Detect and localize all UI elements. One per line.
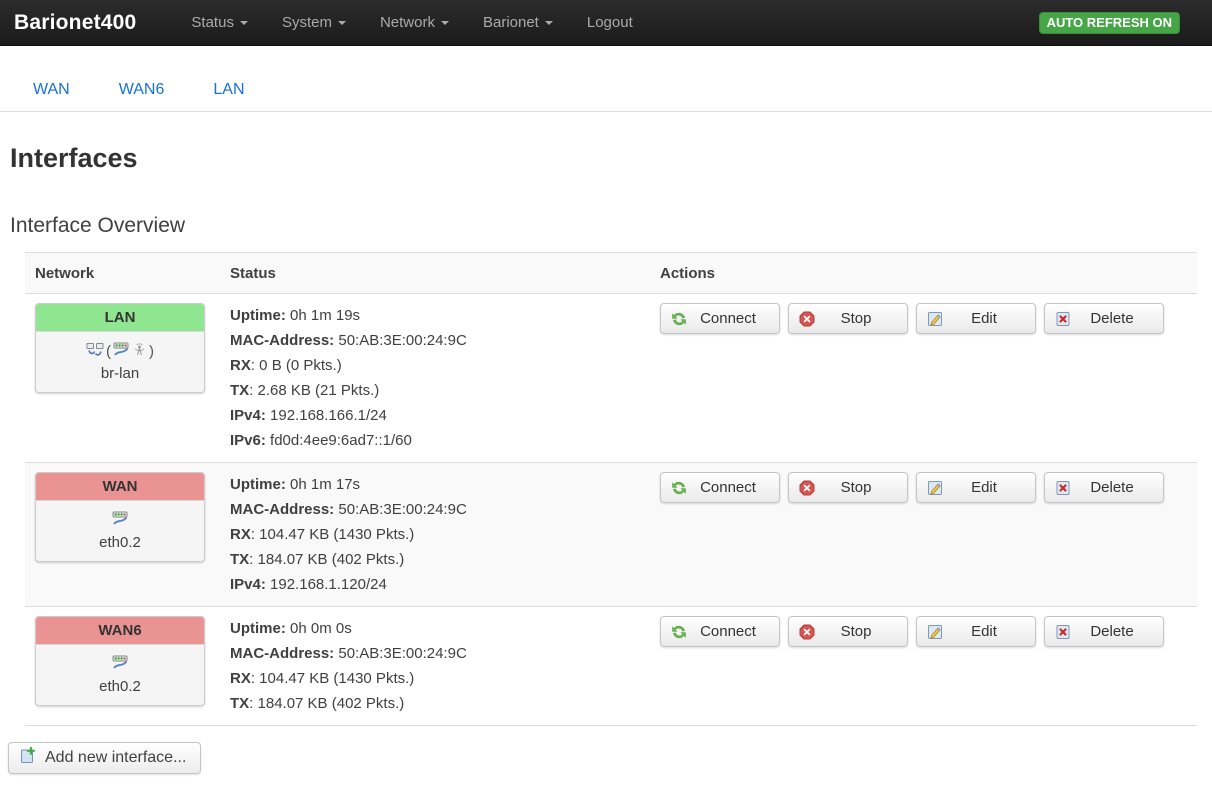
status-uptime: Uptime: 0h 1m 19s [230, 303, 640, 328]
chevron-down-icon [441, 21, 449, 25]
status-rx: RX: 0 B (0 Pkts.) [230, 353, 640, 378]
edit-button[interactable]: Edit [916, 616, 1036, 647]
ethernet-switch-icon [113, 341, 130, 361]
interface-name-badge: WAN [36, 473, 204, 501]
stop-button[interactable]: Stop [788, 616, 908, 647]
connect-button[interactable]: Connect [660, 472, 780, 503]
column-header-status: Status [220, 253, 650, 294]
delete-button[interactable]: Delete [1044, 303, 1164, 334]
nav-item-label: Barionet [483, 14, 539, 31]
device-name: eth0.2 [40, 534, 200, 551]
stop-button[interactable]: Stop [788, 472, 908, 503]
table-row-lan: LAN ( ) [25, 294, 1197, 463]
chevron-down-icon [545, 21, 553, 25]
paren-open: ( [106, 343, 111, 360]
device-name: br-lan [40, 365, 200, 382]
add-new-interface-label: Add new interface... [45, 749, 186, 767]
interface-card-body: eth0.2 [36, 501, 204, 561]
status-mac: MAC-Address: 50:AB:3E:00:24:9C [230, 497, 640, 522]
edit-icon [927, 311, 943, 327]
chevron-down-icon [338, 21, 346, 25]
stop-icon [799, 624, 815, 640]
status-mac: MAC-Address: 50:AB:3E:00:24:9C [230, 328, 640, 353]
connect-button[interactable]: Connect [660, 303, 780, 334]
ethernet-switch-icon [112, 654, 129, 674]
add-new-interface-button[interactable]: Add new interface... [8, 742, 201, 774]
auto-refresh-badge[interactable]: AUTO REFRESH ON [1039, 12, 1180, 34]
nav-item-network[interactable]: Network [363, 0, 466, 45]
wifi-icon [132, 342, 147, 361]
top-navbar: Barionet400 Status System Network Barion… [0, 0, 1212, 46]
ethernet-switch-icon [112, 510, 129, 530]
status-mac: MAC-Address: 50:AB:3E:00:24:9C [230, 641, 640, 666]
delete-icon [1055, 480, 1071, 496]
stop-button[interactable]: Stop [788, 303, 908, 334]
column-header-network: Network [25, 253, 220, 294]
delete-icon [1055, 311, 1071, 327]
delete-icon [1055, 624, 1071, 640]
brand-title[interactable]: Barionet400 [14, 11, 136, 35]
edit-button[interactable]: Edit [916, 303, 1036, 334]
section-title: Interface Overview [10, 214, 1212, 238]
status-uptime: Uptime: 0h 0m 0s [230, 616, 640, 641]
table-row-wan6: WAN6 eth0.2 Uptime: 0h 0m 0s MAC-Address… [25, 607, 1197, 726]
interface-overview-table: Network Status Actions LAN ( [25, 252, 1197, 726]
column-header-actions: Actions [650, 253, 1197, 294]
nav-menu: Status System Network Barionet Logout [174, 0, 649, 45]
bridge-icon [86, 342, 104, 361]
delete-button[interactable]: Delete [1044, 472, 1164, 503]
nav-item-barionet[interactable]: Barionet [466, 0, 570, 45]
table-header-row: Network Status Actions [25, 253, 1197, 294]
edit-button[interactable]: Edit [916, 472, 1036, 503]
page-title: Interfaces [10, 143, 1212, 174]
status-tx: TX: 2.68 KB (21 Pkts.) [230, 378, 640, 403]
nav-item-label: Network [380, 14, 435, 31]
nav-item-logout[interactable]: Logout [570, 0, 650, 45]
paren-close: ) [149, 343, 154, 360]
tab-wan6[interactable]: WAN6 [119, 81, 165, 99]
interface-name-badge: LAN [36, 304, 204, 332]
nav-item-label: Logout [587, 14, 633, 31]
status-ipv6: IPv6: fd0d:4ee9:6ad7::1/60 [230, 428, 640, 453]
interface-card-wan[interactable]: WAN eth0.2 [35, 472, 205, 562]
table-row-wan: WAN eth0.2 Uptime: 0h 1m 17s MAC-Address… [25, 463, 1197, 607]
stop-icon [799, 480, 815, 496]
tab-wan[interactable]: WAN [33, 81, 70, 99]
nav-item-status[interactable]: Status [174, 0, 265, 45]
delete-button[interactable]: Delete [1044, 616, 1164, 647]
interface-card-body: ( ) br-lan [36, 332, 204, 392]
interface-tabs: WAN WAN6 LAN [0, 46, 1212, 112]
status-rx: RX: 104.47 KB (1430 Pkts.) [230, 666, 640, 691]
interface-card-wan6[interactable]: WAN6 eth0.2 [35, 616, 205, 706]
status-uptime: Uptime: 0h 1m 17s [230, 472, 640, 497]
nav-item-label: System [282, 14, 332, 31]
interface-name-badge: WAN6 [36, 617, 204, 645]
refresh-icon [671, 624, 687, 640]
tab-lan[interactable]: LAN [213, 81, 244, 99]
stop-icon [799, 311, 815, 327]
edit-icon [927, 480, 943, 496]
chevron-down-icon [240, 21, 248, 25]
status-rx: RX: 104.47 KB (1430 Pkts.) [230, 522, 640, 547]
status-ipv4: IPv4: 192.168.166.1/24 [230, 403, 640, 428]
nav-item-label: Status [191, 14, 234, 31]
status-tx: TX: 184.07 KB (402 Pkts.) [230, 547, 640, 572]
connect-button[interactable]: Connect [660, 616, 780, 647]
nav-item-system[interactable]: System [265, 0, 363, 45]
device-name: eth0.2 [40, 678, 200, 695]
refresh-icon [671, 480, 687, 496]
status-ipv4: IPv4: 192.168.1.120/24 [230, 572, 640, 597]
edit-icon [927, 624, 943, 640]
interface-card-body: eth0.2 [36, 645, 204, 705]
interface-card-lan[interactable]: LAN ( ) [35, 303, 205, 393]
add-page-icon [19, 747, 36, 769]
refresh-icon [671, 311, 687, 327]
status-tx: TX: 184.07 KB (402 Pkts.) [230, 691, 640, 716]
